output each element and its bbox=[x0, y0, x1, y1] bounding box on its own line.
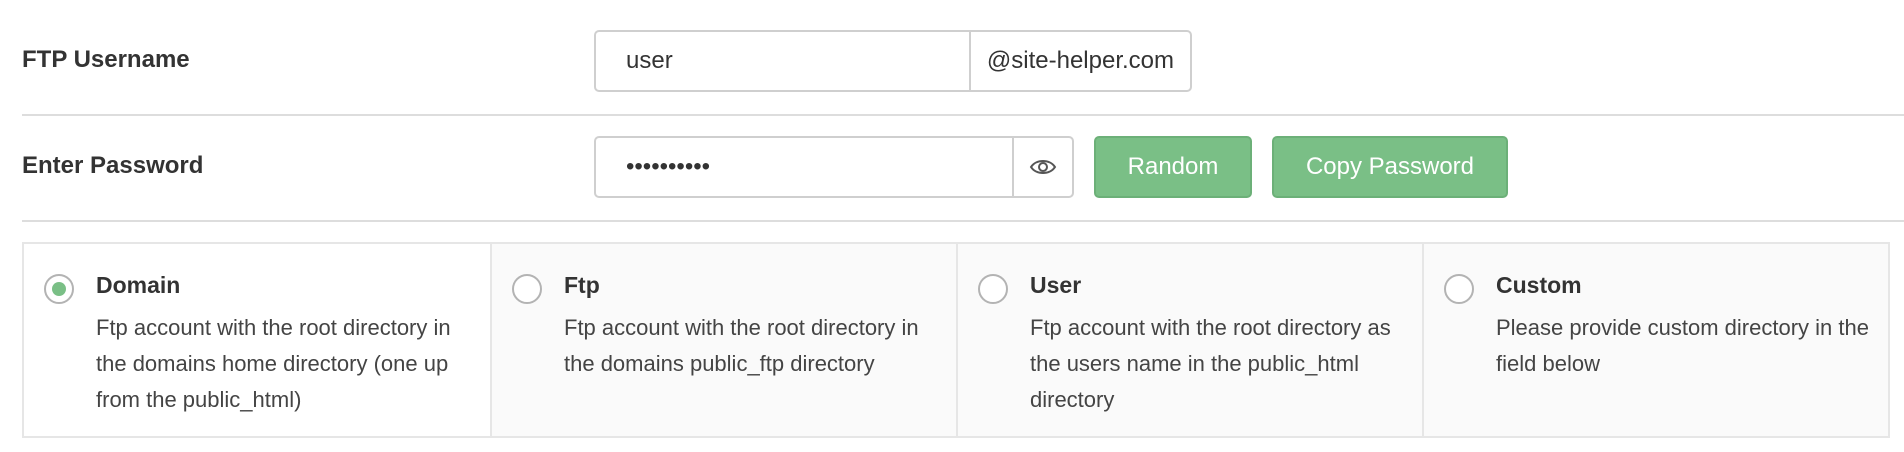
directory-option-ftp[interactable]: Ftp Ftp account with the root directory … bbox=[490, 244, 956, 436]
directory-option-custom[interactable]: Custom Please provide custom directory i… bbox=[1422, 244, 1888, 436]
radio-domain[interactable] bbox=[44, 274, 74, 304]
option-title: Custom bbox=[1496, 272, 1582, 298]
directory-options: Domain Ftp account with the root directo… bbox=[22, 242, 1890, 438]
option-description: Ftp account with the root directory in t… bbox=[96, 315, 451, 412]
option-description: Ftp account with the root directory as t… bbox=[1030, 315, 1391, 412]
eye-icon bbox=[1029, 160, 1057, 174]
directory-option-user[interactable]: User Ftp account with the root directory… bbox=[956, 244, 1422, 436]
option-description: Please provide custom directory in the f… bbox=[1496, 315, 1869, 376]
radio-custom[interactable] bbox=[1444, 274, 1474, 304]
password-row: Enter Password Random Copy Password bbox=[22, 116, 1904, 222]
ftp-username-label: FTP Username bbox=[22, 46, 190, 73]
radio-ftp[interactable] bbox=[512, 274, 542, 304]
option-description: Ftp account with the root directory in t… bbox=[564, 315, 919, 376]
ftp-username-input-group: @site-helper.com bbox=[594, 30, 1192, 92]
show-password-button[interactable] bbox=[1012, 138, 1072, 196]
random-password-button[interactable]: Random bbox=[1094, 136, 1252, 198]
radio-user[interactable] bbox=[978, 274, 1008, 304]
password-input[interactable] bbox=[596, 138, 1012, 196]
ftp-username-row: FTP Username @site-helper.com bbox=[22, 0, 1904, 116]
copy-password-button[interactable]: Copy Password bbox=[1272, 136, 1508, 198]
password-label: Enter Password bbox=[22, 152, 204, 179]
ftp-username-input[interactable] bbox=[596, 32, 969, 90]
password-input-group bbox=[594, 136, 1074, 198]
option-title: User bbox=[1030, 272, 1082, 298]
domain-suffix: @site-helper.com bbox=[968, 32, 1190, 90]
option-title: Ftp bbox=[564, 272, 600, 298]
directory-option-domain[interactable]: Domain Ftp account with the root directo… bbox=[24, 244, 490, 436]
option-title: Domain bbox=[96, 272, 181, 298]
